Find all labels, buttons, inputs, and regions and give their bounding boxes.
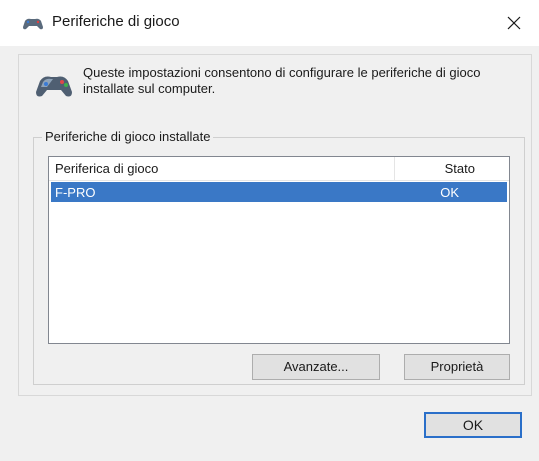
info-description: Queste impostazioni consentono di config… [83, 65, 481, 96]
device-name: F-PRO [55, 185, 96, 200]
device-status: OK [440, 185, 459, 200]
column-header-label: Stato [444, 161, 475, 176]
ok-button[interactable]: OK [424, 412, 522, 438]
list-row[interactable]: F-PRO OK [51, 182, 507, 202]
dialog-client-area: Queste impostazioni consentono di config… [0, 46, 539, 461]
column-header-device[interactable]: Periferica di gioco [49, 157, 395, 180]
title-bar: Periferiche di gioco [0, 0, 539, 46]
close-icon [507, 16, 521, 30]
column-header-status[interactable]: Stato [395, 157, 509, 180]
properties-button[interactable]: Proprietà [404, 354, 510, 380]
settings-panel: Queste impostazioni consentono di config… [18, 54, 532, 396]
gamepad-icon [23, 18, 43, 30]
advanced-button[interactable]: Avanzate... [252, 354, 380, 380]
gamepad-icon [36, 76, 72, 97]
installed-devices-group: Periferiche di gioco installate Periferi… [33, 129, 525, 385]
devices-list[interactable]: Periferica di gioco Stato F-PRO OK [48, 156, 510, 344]
window-title: Periferiche di gioco [52, 13, 180, 30]
group-title: Periferiche di gioco installate [42, 129, 214, 144]
column-header-label: Periferica di gioco [55, 161, 159, 176]
list-header: Periferica di gioco Stato [49, 157, 509, 181]
close-button[interactable] [497, 6, 531, 40]
